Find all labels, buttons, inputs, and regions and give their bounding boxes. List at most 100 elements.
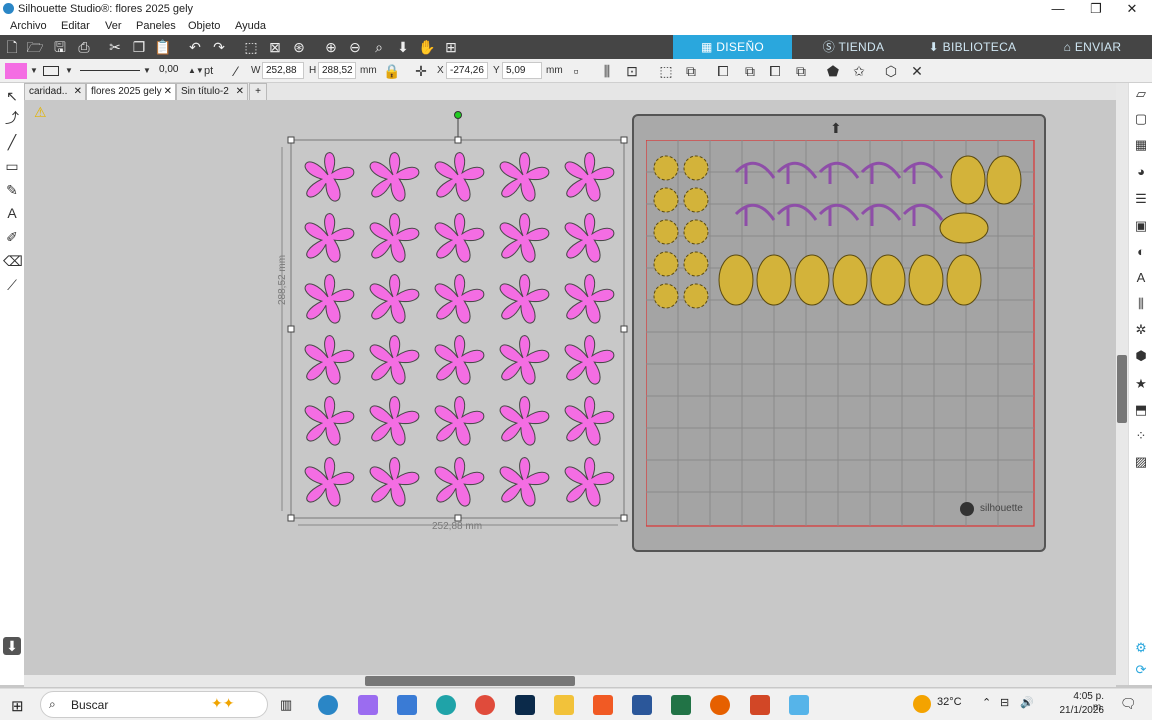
pattern-panel-icon[interactable]: ▣	[1132, 217, 1150, 235]
clock-date[interactable]: 21/1/2026	[1058, 705, 1105, 716]
zoom-in-icon[interactable]: ⊕	[322, 38, 340, 56]
leaf-shape[interactable]	[718, 254, 754, 306]
leaf-shape[interactable]	[946, 254, 982, 306]
resize-handle[interactable]	[287, 136, 295, 144]
vertical-scroll-thumb[interactable]	[1117, 355, 1127, 423]
menu-ver[interactable]: Ver	[105, 20, 122, 32]
flower-shape[interactable]	[304, 152, 355, 202]
ungroup-icon[interactable]: ⧉	[681, 61, 701, 81]
fill-panel-icon[interactable]: ◕	[1132, 163, 1150, 181]
knife-icon[interactable]: ⟋	[3, 276, 21, 294]
open-folder-icon[interactable]: 🗁	[26, 38, 44, 56]
menu-objeto[interactable]: Objeto	[188, 20, 220, 32]
line-width-stepper[interactable]: ▲▼	[188, 62, 204, 80]
flower-shape[interactable]	[369, 213, 420, 263]
line-style-dropdown-icon[interactable]: ▼	[143, 62, 151, 80]
close-tab-icon[interactable]: ✕	[164, 84, 172, 100]
powerpoint-app-icon[interactable]	[750, 695, 770, 715]
modify-icon[interactable]: ⬢	[1132, 347, 1150, 365]
edge-browser-icon[interactable]	[436, 695, 456, 715]
flower-shape[interactable]	[369, 152, 420, 202]
close-tab-icon[interactable]: ✕	[74, 84, 82, 100]
redo-icon[interactable]: ↷	[210, 38, 228, 56]
restore-button[interactable]: ❐	[1078, 0, 1114, 18]
task-view-icon[interactable]: ▥	[280, 697, 292, 713]
taskbar-search[interactable]: ⌕ Buscar ✦✦	[40, 691, 268, 718]
chrome-browser-icon[interactable]	[475, 695, 495, 715]
excel-app-icon[interactable]	[671, 695, 691, 715]
trace-icon[interactable]: ⬒	[1132, 401, 1150, 419]
daisy-shape[interactable]	[653, 187, 679, 213]
tab-tienda[interactable]: Ⓢ TIENDA	[794, 35, 913, 59]
library-panel-icon[interactable]: ▢	[1132, 110, 1150, 128]
doc-tab-caridad[interactable]: caridad.. ✕	[24, 83, 86, 100]
doc-tab-flores[interactable]: flores 2025 gely ✕	[86, 83, 176, 100]
print-icon[interactable]: ⎙	[75, 38, 93, 56]
minimize-button[interactable]: —	[1040, 0, 1076, 18]
select-arrow-icon[interactable]: ↖	[3, 87, 21, 105]
flower-shape[interactable]	[499, 457, 550, 507]
menu-ayuda[interactable]: Ayuda	[235, 20, 266, 32]
temperature[interactable]: 32°C	[937, 696, 962, 708]
flower-shape[interactable]	[304, 457, 355, 507]
fit-page-icon[interactable]: ⊞	[442, 38, 460, 56]
line-draw-icon[interactable]: ╱	[3, 133, 21, 151]
point-edit-icon[interactable]: ⤴	[3, 109, 21, 127]
leaf-shape[interactable]	[756, 254, 792, 306]
leaf-shape[interactable]	[939, 212, 989, 244]
line-width-input[interactable]: 0,00	[156, 62, 186, 79]
cut-icon[interactable]: ✂	[106, 38, 124, 56]
file-explorer-icon[interactable]	[554, 695, 574, 715]
transparency-icon[interactable]: ◐	[1132, 243, 1150, 261]
resize-handle[interactable]	[620, 325, 628, 333]
center-page-icon[interactable]: ⊡	[622, 61, 642, 81]
daisy-shape[interactable]	[653, 219, 679, 245]
points-icon[interactable]: ⁘	[1132, 427, 1150, 445]
line-style-preview[interactable]	[80, 70, 140, 71]
outlook-app-icon[interactable]	[397, 695, 417, 715]
height-input[interactable]: 288,52	[318, 62, 356, 79]
daisy-shape[interactable]	[653, 155, 679, 181]
y-input[interactable]: 5,09	[502, 62, 542, 79]
flower-shape[interactable]	[499, 335, 550, 385]
flower-shape[interactable]	[564, 457, 615, 507]
tab-biblioteca[interactable]: ⬇ BIBLIOTECA	[913, 35, 1032, 59]
deselect-icon[interactable]: ⊠	[266, 38, 284, 56]
pixscan-icon[interactable]: ▦	[1132, 136, 1150, 154]
select-all-icon[interactable]: ⬚	[242, 38, 260, 56]
resize-handle[interactable]	[620, 514, 628, 522]
flower-shape[interactable]	[369, 274, 420, 324]
tray-chevron-icon[interactable]: ⌃	[982, 696, 991, 709]
flower-shape[interactable]	[499, 213, 550, 263]
arrange-back-icon[interactable]: ⧠	[765, 61, 785, 81]
align-panel-icon[interactable]: ⫼	[1132, 295, 1150, 313]
import-icon[interactable]: ⬇	[3, 637, 21, 655]
close-tab-icon[interactable]: ✕	[236, 84, 244, 100]
line-panel-icon[interactable]: ☰	[1132, 190, 1150, 208]
daisy-shape[interactable]	[683, 155, 709, 181]
zoom-selection-icon[interactable]: ⌕	[370, 38, 388, 56]
flower-shape[interactable]	[434, 213, 485, 263]
flower-shape[interactable]	[499, 274, 550, 324]
align-icon[interactable]: ⫼	[597, 61, 617, 81]
volume-icon[interactable]: 🔊	[1020, 696, 1034, 709]
horizontal-scroll-thumb[interactable]	[365, 676, 575, 686]
arrange-front-icon[interactable]: ⧠	[713, 61, 733, 81]
daisy-shape[interactable]	[653, 283, 679, 309]
3d-cube-icon[interactable]: ⬡	[881, 61, 901, 81]
flower-shape[interactable]	[304, 274, 355, 324]
tab-enviar[interactable]: ⌂ ENVIAR	[1033, 35, 1152, 59]
flower-shape[interactable]	[499, 396, 550, 446]
copy-icon[interactable]: ❐	[130, 38, 148, 56]
leaf-shape[interactable]	[986, 155, 1022, 205]
drag-zoom-icon[interactable]: ⬇	[394, 38, 412, 56]
app-installer-icon[interactable]	[789, 695, 809, 715]
flower-shape[interactable]	[564, 335, 615, 385]
undo-icon[interactable]: ↶	[186, 38, 204, 56]
leaf-shape[interactable]	[832, 254, 868, 306]
offset-star-icon[interactable]: ✩	[849, 61, 869, 81]
flower-shape[interactable]	[564, 274, 615, 324]
leaf-shape[interactable]	[870, 254, 906, 306]
text-icon[interactable]: A	[3, 204, 21, 222]
group-icon[interactable]: ⬚	[656, 61, 676, 81]
